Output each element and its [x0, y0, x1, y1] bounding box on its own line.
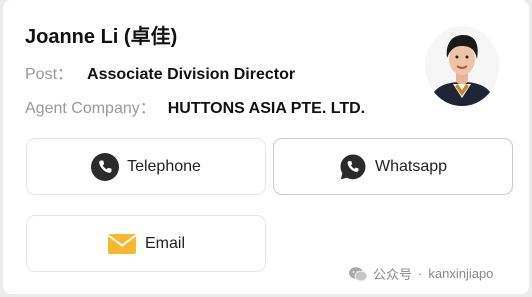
email-label: Email — [144, 234, 185, 252]
agent-card: Joanne Li (卓佳) Post： Associate Division D… — [3, 0, 529, 294]
company-label: Agent Company： — [25, 100, 156, 117]
whatsapp-label: Whatsapp — [374, 157, 448, 175]
whatsapp-icon — [339, 153, 367, 181]
post-row: Post： Associate Division Director — [25, 60, 295, 84]
post-value: Associate Division Director — [87, 66, 296, 83]
agent-avatar — [425, 26, 499, 106]
whatsapp-button[interactable]: Whatsapp — [273, 138, 513, 195]
watermark: 公众号 · kanxinjiapo — [348, 264, 493, 283]
company-value: HUTTONS ASIA PTE. LTD. — [167, 100, 366, 117]
watermark-separator: · — [418, 266, 423, 281]
phone-icon — [91, 152, 120, 181]
post-label: Post： — [25, 66, 74, 83]
agent-name: Joanne Li (卓佳) — [25, 26, 178, 48]
email-button[interactable]: Email — [26, 215, 266, 272]
wechat-icon — [348, 266, 368, 282]
company-row: Agent Company： HUTTONS ASIA PTE. LTD. — [25, 94, 365, 118]
telephone-label: Telephone — [127, 157, 201, 175]
telephone-button[interactable]: Telephone — [26, 138, 266, 195]
watermark-account: kanxinjiapo — [428, 266, 494, 281]
envelope-icon — [107, 233, 137, 255]
watermark-channel: 公众号 — [373, 267, 413, 282]
